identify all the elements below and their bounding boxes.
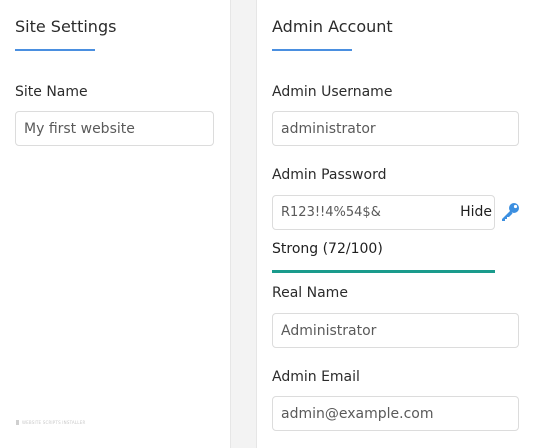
real-name-label: Real Name: [272, 285, 348, 301]
key-icon: [502, 203, 519, 221]
site-settings-title: Site Settings: [15, 17, 117, 36]
admin-account-title: Admin Account: [272, 17, 393, 36]
admin-account-underline: [272, 49, 352, 51]
site-settings-panel: Site Settings Site Name WEBSITE SCRIPTS …: [0, 0, 231, 448]
password-strength-text: Strong (72/100): [272, 241, 383, 257]
admin-password-field[interactable]: R123!!4%54$& Hide: [272, 195, 495, 230]
admin-password-label: Admin Password: [272, 167, 387, 183]
admin-account-panel: Admin Account Admin Username Admin Passw…: [256, 0, 534, 448]
generate-password-button[interactable]: [500, 202, 521, 226]
admin-password-value[interactable]: R123!!4%54$&: [281, 196, 381, 229]
admin-username-label: Admin Username: [272, 84, 393, 100]
admin-email-input[interactable]: [272, 396, 519, 431]
admin-username-input[interactable]: [272, 111, 519, 146]
watermark-text: WEBSITE SCRIPTS INSTALLER: [22, 420, 86, 425]
password-strength-bar: [272, 270, 495, 273]
installer-watermark: WEBSITE SCRIPTS INSTALLER: [16, 420, 85, 425]
watermark-logo-icon: [16, 420, 19, 425]
hide-password-button[interactable]: Hide: [460, 196, 492, 229]
real-name-input[interactable]: [272, 313, 519, 348]
admin-email-label: Admin Email: [272, 369, 360, 385]
site-name-label: Site Name: [15, 84, 88, 100]
site-name-input[interactable]: [15, 111, 214, 146]
site-settings-underline: [15, 49, 95, 51]
